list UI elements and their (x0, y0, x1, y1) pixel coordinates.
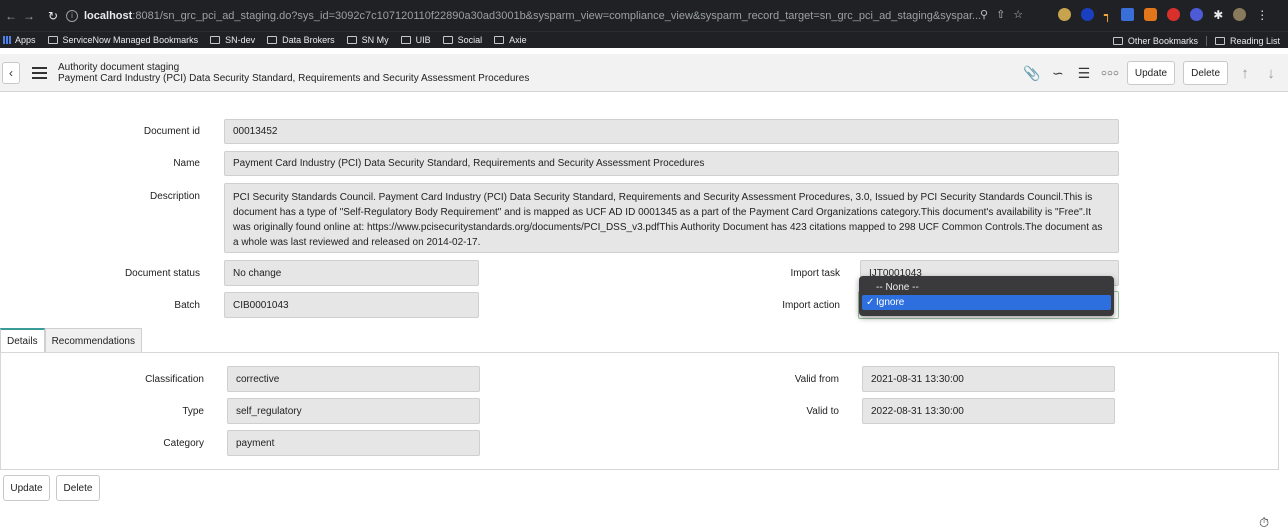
category-label: Category (163, 438, 204, 449)
browser-toolbar: ← → ↻ i localhost :8081/sn_grc_pci_ad_st… (0, 0, 1288, 31)
tab-details[interactable]: Details (0, 328, 45, 353)
import-action-label: Import action (782, 300, 840, 311)
arrow-down-icon[interactable]: ↓ (1262, 65, 1280, 82)
valid-from-field[interactable]: 2021-08-31 13:30:00 (862, 366, 1115, 392)
extension-icon[interactable] (1081, 8, 1094, 21)
table-title: Authority document staging (58, 61, 180, 73)
valid-to-field[interactable]: 2022-08-31 13:30:00 (862, 398, 1115, 424)
form-tabs: Details Recommendations (0, 328, 142, 353)
apps-grid-icon (3, 36, 11, 44)
folder-icon (210, 36, 221, 44)
name-label: Name (173, 158, 200, 169)
classification-field[interactable]: corrective (227, 366, 480, 392)
valid-from-label: Valid from (794, 374, 839, 385)
activity-pulse-icon[interactable]: ∽ (1049, 65, 1067, 82)
dropdown-option-ignore[interactable]: ✓ Ignore (862, 295, 1111, 310)
type-label: Type (182, 406, 204, 417)
paperclip-icon[interactable]: 📎 (1023, 65, 1041, 82)
classification-label: Classification (145, 374, 204, 385)
import-task-label: Import task (790, 268, 840, 279)
category-field[interactable]: payment (227, 430, 480, 456)
folder-icon (400, 36, 411, 44)
footer-update-button[interactable]: Update (3, 475, 50, 501)
browser-menu-icon[interactable]: ⋮ (1256, 8, 1268, 22)
bookmark-folder[interactable]: ServiceNow Managed Bookmarks (47, 35, 198, 45)
extension-icon[interactable] (1121, 8, 1135, 21)
name-field[interactable]: Payment Card Industry (PCI) Data Securit… (224, 151, 1119, 176)
footer-delete-button[interactable]: Delete (56, 475, 100, 501)
more-options-icon[interactable]: ○○○ (1101, 68, 1119, 79)
bookmark-folder[interactable]: Social (442, 35, 482, 45)
folder-icon (494, 36, 505, 44)
extension-icon[interactable]: ┑ (1104, 8, 1111, 22)
timer-icon[interactable]: ⏱ (1259, 515, 1269, 531)
zoom-icon[interactable]: ⚲ (980, 8, 988, 21)
document-status-label: Document status (124, 268, 200, 279)
dropdown-option-none[interactable]: -- None -- (862, 280, 1111, 295)
browser-back-icon[interactable]: ← (4, 9, 18, 23)
extension-icon[interactable] (1190, 8, 1204, 21)
bookmark-folder[interactable]: Data Brokers (267, 35, 335, 45)
site-info-icon[interactable]: i (66, 9, 78, 22)
browser-forward-icon[interactable]: → (22, 9, 36, 23)
bookmark-folder[interactable]: Axie (494, 35, 527, 45)
bookmark-apps[interactable]: Apps (3, 35, 36, 45)
share-icon[interactable]: ⇧ (996, 8, 1005, 21)
extension-icon[interactable] (1058, 8, 1071, 21)
arrow-up-icon[interactable]: ↑ (1236, 65, 1254, 82)
url-path: :8081/sn_grc_pci_ad_staging.do?sys_id=30… (132, 9, 982, 22)
description-label: Description (149, 191, 200, 202)
bookmark-folder[interactable]: UIB (400, 35, 431, 45)
folder-icon (267, 36, 278, 44)
folder-icon (1112, 36, 1123, 45)
other-bookmarks[interactable]: Other Bookmarks (1112, 36, 1198, 46)
bookmark-folder[interactable]: SN My (346, 35, 389, 45)
tab-recommendations[interactable]: Recommendations (44, 328, 142, 353)
folder-icon (442, 36, 453, 44)
checkmark-icon: ✓ (866, 297, 875, 308)
puzzle-icon[interactable]: ✱ (1213, 8, 1223, 22)
record-title: Payment Card Industry (PCI) Data Securit… (58, 72, 530, 84)
settings-sliders-icon[interactable]: ☰ (1075, 65, 1093, 82)
bookmark-folder[interactable]: SN-dev (210, 35, 255, 45)
valid-to-label: Valid to (806, 406, 839, 417)
import-action-dropdown[interactable]: -- None -- ✓ Ignore (859, 276, 1114, 316)
batch-label: Batch (174, 300, 200, 311)
batch-field[interactable]: CIB0001043 (224, 292, 479, 318)
folder-icon (47, 36, 58, 44)
document-id-label: Document id (143, 126, 200, 137)
browser-reload-icon[interactable]: ↻ (46, 9, 60, 23)
bookmarks-bar: Apps ServiceNow Managed Bookmarks SN-dev… (0, 31, 1288, 48)
extension-icon[interactable] (1167, 8, 1181, 21)
address-bar[interactable]: i localhost :8081/sn_grc_pci_ad_staging.… (66, 5, 1006, 26)
hamburger-menu-icon[interactable] (32, 66, 47, 79)
back-button[interactable]: ‹ (2, 61, 20, 84)
document-status-field[interactable]: No change (224, 260, 479, 286)
chevron-left-icon: ‹ (9, 65, 13, 80)
description-field[interactable]: PCI Security Standards Council. Payment … (224, 183, 1119, 253)
url-host: localhost (84, 9, 133, 22)
metamask-icon[interactable] (1144, 8, 1158, 21)
record-header: ‹ Authority document staging Payment Car… (0, 54, 1288, 92)
reading-list[interactable]: Reading List (1205, 35, 1280, 46)
reading-list-icon (1214, 36, 1225, 45)
bookmark-star-icon[interactable]: ☆ (1013, 8, 1023, 21)
type-field[interactable]: self_regulatory (227, 398, 480, 424)
header-delete-button[interactable]: Delete (1183, 61, 1228, 85)
profile-avatar[interactable] (1233, 8, 1247, 21)
folder-icon (346, 36, 357, 44)
header-update-button[interactable]: Update (1126, 61, 1176, 85)
document-id-field[interactable]: 00013452 (224, 119, 1119, 144)
